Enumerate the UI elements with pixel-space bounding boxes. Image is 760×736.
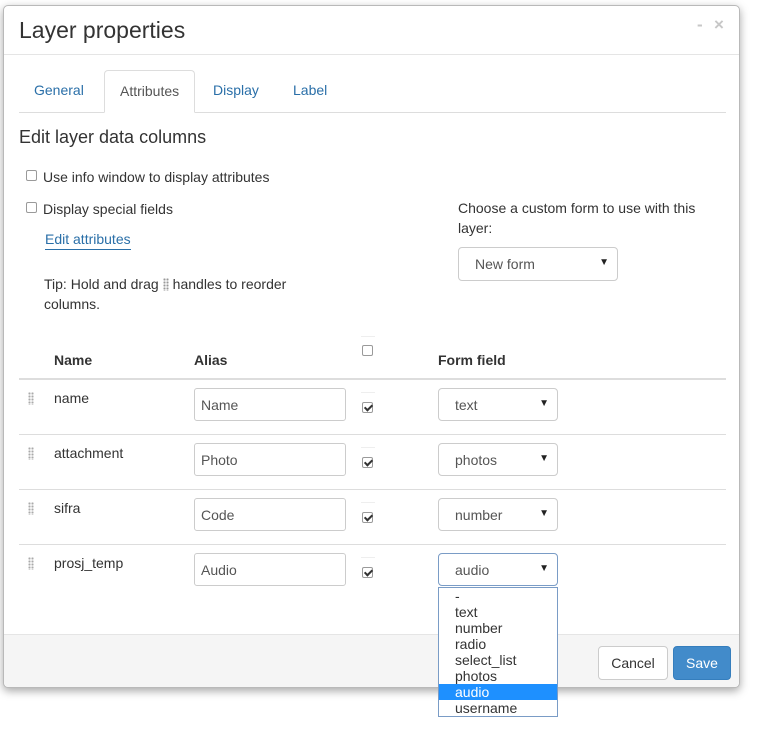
dialog-header: Layer properties - × xyxy=(4,6,739,55)
special-fields-checkbox[interactable] xyxy=(26,202,37,213)
column-header-form-field: Form field xyxy=(438,352,506,368)
tab-display[interactable]: Display xyxy=(198,70,274,111)
row-drag-handle-icon[interactable] xyxy=(28,557,34,570)
column-header-name: Name xyxy=(54,352,93,368)
visible-checkbox[interactable] xyxy=(362,512,373,523)
divider xyxy=(361,502,375,503)
dropdown-option[interactable]: text xyxy=(439,604,557,620)
row-name-cell: attachment xyxy=(54,445,124,461)
dialog-title: Layer properties xyxy=(19,17,186,43)
form-field-select[interactable]: photos ▼ xyxy=(438,443,558,476)
drag-handle-icon xyxy=(162,278,169,291)
tab-label[interactable]: Label xyxy=(278,70,342,111)
dialog-footer: Cancel Save xyxy=(4,634,739,687)
custom-form-label: Choose a custom form to use with this la… xyxy=(458,200,696,236)
reorder-tip: Tip: Hold and drag handles to reorder col… xyxy=(44,274,314,314)
dropdown-option[interactable]: number xyxy=(439,620,557,636)
alias-input[interactable] xyxy=(194,553,346,586)
divider xyxy=(361,392,375,393)
dropdown-option[interactable]: username xyxy=(439,700,557,716)
tab-general[interactable]: General xyxy=(19,70,99,111)
row-divider xyxy=(19,434,726,435)
layer-properties-dialog: Layer properties - × General Attributes … xyxy=(3,5,740,688)
custom-form-select[interactable]: New form ▼ xyxy=(458,247,618,281)
chevron-down-icon: ▼ xyxy=(539,508,549,519)
visible-checkbox[interactable] xyxy=(362,457,373,468)
form-field-select[interactable]: number ▼ xyxy=(438,498,558,531)
tab-attributes[interactable]: Attributes xyxy=(104,70,196,113)
column-header-alias: Alias xyxy=(194,352,228,368)
info-window-checkbox[interactable] xyxy=(26,170,37,181)
chevron-down-icon: ▼ xyxy=(539,453,549,464)
header-divider xyxy=(19,378,726,380)
custom-form-value: New form xyxy=(475,256,535,272)
form-field-dropdown-list[interactable]: - text number radio select_list photos a… xyxy=(438,587,558,717)
minimize-icon[interactable]: - xyxy=(697,15,703,35)
row-drag-handle-icon[interactable] xyxy=(28,392,34,405)
row-divider xyxy=(19,489,726,490)
dropdown-option[interactable]: select_list xyxy=(439,652,557,668)
row-name-cell: sifra xyxy=(54,500,81,516)
dropdown-option[interactable]: photos xyxy=(439,668,557,684)
chevron-down-icon: ▼ xyxy=(539,563,549,574)
visible-checkbox[interactable] xyxy=(362,567,373,578)
form-field-value: text xyxy=(455,397,478,413)
row-drag-handle-icon[interactable] xyxy=(28,447,34,460)
cancel-button[interactable]: Cancel xyxy=(598,646,668,680)
form-field-value: audio xyxy=(455,562,490,578)
row-drag-handle-icon[interactable] xyxy=(28,502,34,515)
divider xyxy=(361,557,375,558)
tip-text-start: Tip: Hold and drag xyxy=(44,276,159,292)
chevron-down-icon: ▼ xyxy=(599,257,609,268)
divider xyxy=(361,336,375,337)
form-field-value: photos xyxy=(455,452,498,468)
visible-checkbox[interactable] xyxy=(362,402,373,413)
form-field-select[interactable]: audio ▼ xyxy=(438,553,558,586)
dropdown-option[interactable]: - xyxy=(439,588,557,604)
alias-input[interactable] xyxy=(194,443,346,476)
row-divider xyxy=(19,544,726,545)
form-field-value: number xyxy=(455,507,503,523)
edit-attributes-link[interactable]: Edit attributes xyxy=(45,231,131,250)
alias-input[interactable] xyxy=(194,498,346,531)
row-name-cell: name xyxy=(54,390,90,406)
row-name-cell: prosj_temp xyxy=(54,555,124,571)
select-all-visible-checkbox[interactable] xyxy=(362,345,373,356)
dropdown-option-selected[interactable]: audio xyxy=(439,684,557,700)
chevron-down-icon: ▼ xyxy=(539,398,549,409)
special-fields-label[interactable]: Display special fields xyxy=(43,201,173,217)
save-button[interactable]: Save xyxy=(673,646,731,680)
divider xyxy=(361,447,375,448)
section-title: Edit layer data columns xyxy=(19,127,207,147)
close-icon[interactable]: × xyxy=(714,15,724,35)
tab-bar: General Attributes Display Label xyxy=(19,70,726,113)
form-field-select[interactable]: text ▼ xyxy=(438,388,558,421)
alias-input[interactable] xyxy=(194,388,346,421)
dropdown-option[interactable]: radio xyxy=(439,636,557,652)
info-window-label[interactable]: Use info window to display attributes xyxy=(43,169,269,185)
